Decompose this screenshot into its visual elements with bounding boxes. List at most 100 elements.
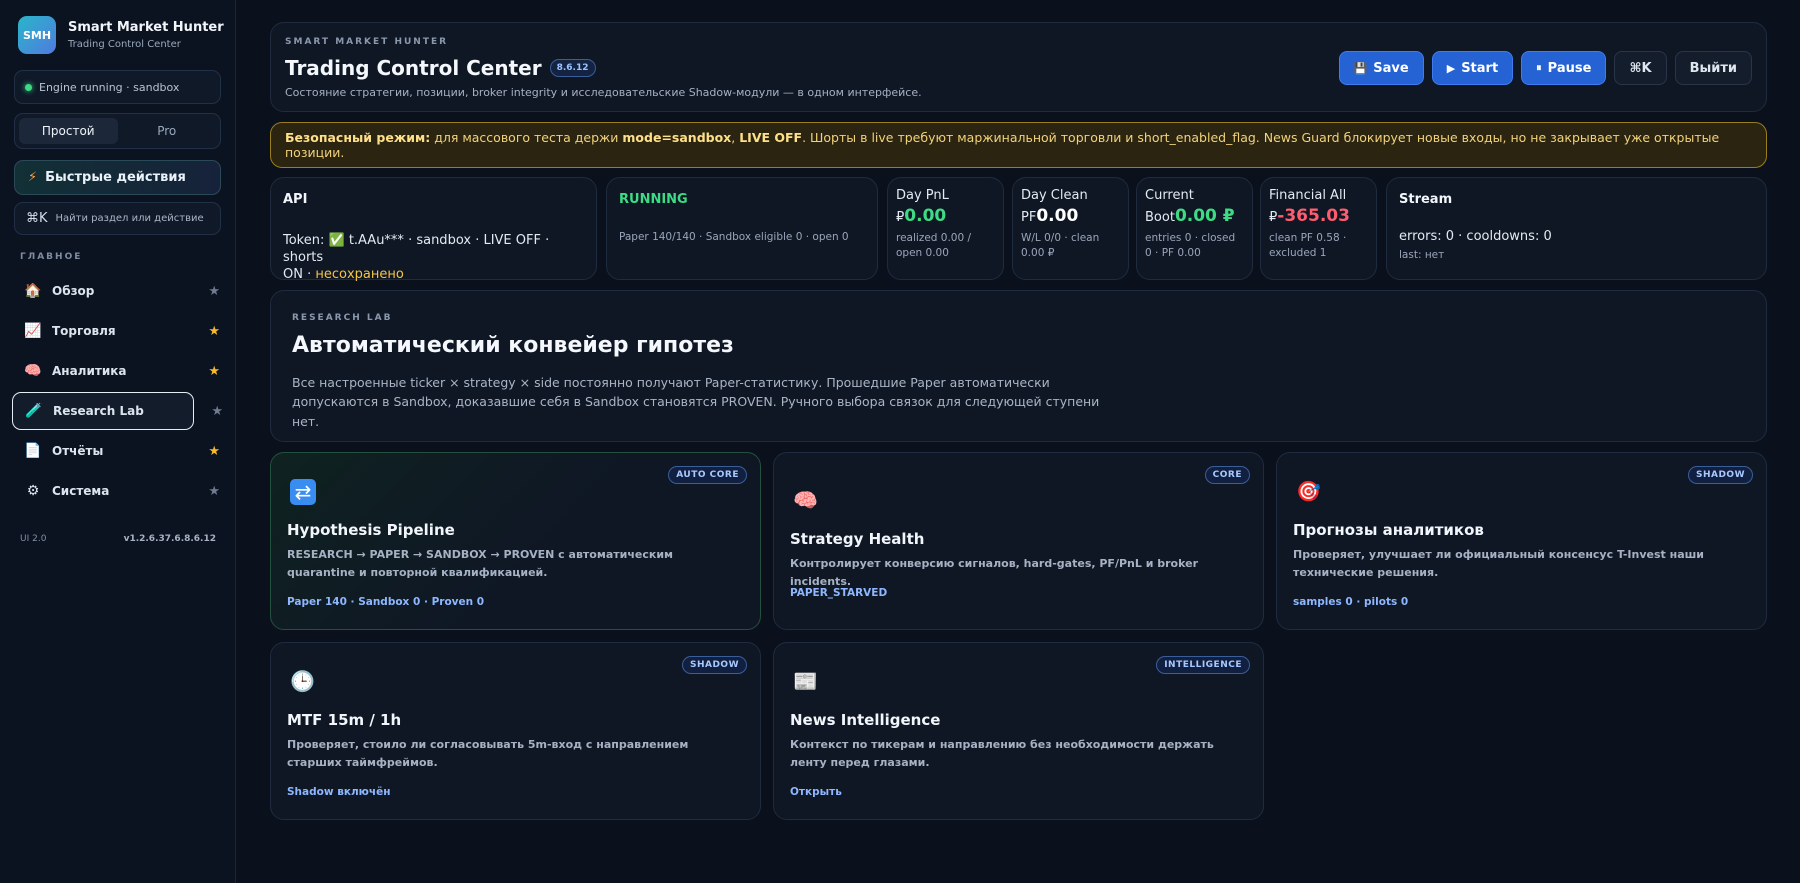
quick-actions-label: Быстрые действия [45,170,186,185]
sidebar-item-label: Аналитика [52,364,127,378]
page-header: SMART MARKET HUNTER Trading Control Cent… [270,22,1767,112]
target-icon: 🎯 [1296,479,1321,503]
pause-icon: ⏸ [1536,61,1542,74]
header-actions: 💾 Save ▶ Start ⏸ Pause ⌘K Выйти [1338,51,1752,85]
current-boot-card: Current Boot0.00 ₽ entries 0 · closed 0 … [1136,177,1253,280]
header-eyebrow: SMART MARKET HUNTER [285,37,449,47]
module-title: Прогнозы аналитиков [1293,521,1484,539]
module-card-hypothesis-pipeline[interactable]: AUTO CORE ⇄ Hypothesis Pipeline RESEARCH… [270,452,761,630]
brain-icon: 🧠 [793,488,818,512]
sidebar-item-reports[interactable]: 📄 Отчёты ★ [12,432,224,470]
sidebar-item-system[interactable]: ⚙ Система ★ [12,472,224,510]
stream-last: last: нет [1399,248,1445,261]
quick-actions-button[interactable]: ⚡ Быстрые действия [14,160,221,195]
engine-status-text: Engine running · sandbox [39,80,180,94]
star-icon[interactable]: ★ [208,324,220,339]
module-description: RESEARCH → PAPER → SANDBOX → PROVEN с ав… [287,548,674,579]
module-card-news-intelligence[interactable]: INTELLIGENCE 📰 News Intelligence Контекс… [773,642,1264,820]
research-lab-panel: RESEARCH LAB Автоматический конвейер гип… [270,290,1767,442]
stream-card: Stream errors: 0 · cooldowns: 0 last: не… [1386,177,1767,280]
header-subtitle: Состояние стратегии, позиции, broker int… [285,86,922,99]
save-button[interactable]: 💾 Save [1338,51,1424,85]
brand-logo: SMH [18,16,56,54]
floppy-icon: 💾 [1353,61,1368,75]
brand[interactable]: SMH Smart Market Hunter Trading Control … [18,16,224,54]
version-badge: 8.6.12 [549,59,596,77]
module-title: Strategy Health [790,530,925,548]
financial-all-detail: clean PF 0.58 · excluded 1 [1269,231,1347,260]
day-pnl-detail: realized 0.00 / open 0.00 [896,231,972,260]
module-tag: SHADOW [1687,466,1753,484]
brand-name: Smart Market Hunter [68,20,224,35]
module-description: Проверяет, улучшает ли официальный консе… [1293,548,1705,579]
engine-status-pill: Engine running · sandbox [14,70,221,104]
module-title: Hypothesis Pipeline [287,521,455,539]
api-title: API [283,192,308,207]
alert-lead: Безопасный режим: [285,130,431,145]
module-title: News Intelligence [790,711,941,729]
research-lab-description: Все настроенные ticker × strategy × side… [292,375,1100,429]
command-palette-button[interactable]: ⌘K [1614,51,1667,85]
mode-simple-button[interactable]: Простой [19,118,118,144]
module-title: MTF 15m / 1h [287,711,402,729]
module-card-strategy-health[interactable]: CORE 🧠 Strategy Health Контролирует конв… [773,452,1264,630]
command-search[interactable]: ⌘K Найти раздел или действие [14,202,221,235]
module-card-analyst-forecasts[interactable]: SHADOW 🎯 Прогнозы аналитиков Проверяет, … [1276,452,1767,630]
module-footer: Paper 140 · Sandbox 0 · Proven 0 [287,596,485,608]
stream-line: errors: 0 · cooldowns: 0 [1399,229,1552,244]
star-icon[interactable]: ★ [208,284,220,299]
save-button-label: Save [1373,60,1409,76]
engine-state-title: RUNNING [619,192,688,207]
brain-icon: 🧠 [24,363,42,379]
engine-state-detail: Paper 140/140 · Sandbox eligible 0 · ope… [619,231,849,243]
bolt-icon: ⚡ [28,170,38,185]
command-search-placeholder: Найти раздел или действие [55,213,204,224]
sidebar-item-label: Обзор [52,284,95,298]
sidebar-item-research-lab[interactable]: 🧪 Research Lab ★ [12,392,223,430]
page-title: Trading Control Center [285,56,542,80]
cycle-icon: ⇄ [290,479,316,505]
logout-button[interactable]: Выйти [1674,51,1752,85]
module-open-link[interactable]: Открыть [790,786,842,798]
start-button[interactable]: ▶ Start [1431,51,1514,85]
module-description: Проверяет, стоило ли согласовывать 5m-вх… [287,738,689,769]
pause-button[interactable]: ⏸ Pause [1521,51,1607,85]
sidebar-item-trading[interactable]: 📈 Торговля ★ [12,312,224,350]
api-card: API Token: ✅ t.AAu*** · sandbox · LIVE O… [270,177,597,282]
alert-sep: , [731,130,740,145]
sidebar: SMH Smart Market Hunter Trading Control … [0,0,236,883]
day-clean-value: 0.00 [1036,205,1079,226]
safe-mode-alert: Безопасный режим: для массового теста де… [270,122,1767,168]
module-card-mtf[interactable]: SHADOW 🕒 MTF 15m / 1h Проверяет, стоило … [270,642,761,820]
test-tube-icon: 🧪 [25,403,43,419]
research-lab-title: Автоматический конвейер гипотез [292,333,734,358]
chart-icon: 📈 [24,323,42,339]
module-tag: CORE [1204,466,1250,484]
clock-icon: 🕒 [290,669,315,693]
sidebar-item-overview[interactable]: 🏠 Обзор ★ [12,272,224,310]
star-icon[interactable]: ★ [208,484,220,499]
brand-subtitle: Trading Control Center [68,39,181,50]
alert-text-1: для массового теста держи [430,130,623,145]
day-pnl-value: 0.00 [904,205,947,226]
api-shorts-line: ON · [283,266,316,282]
mode-toggle: Простой Pro [14,113,221,149]
alert-mode: mode=sandbox [622,130,732,145]
sidebar-item-label: Research Lab [53,404,144,418]
module-tag: INTELLIGENCE [1156,656,1250,674]
sidebar-item-analytics[interactable]: 🧠 Аналитика ★ [12,352,224,390]
sidebar-footer: UI 2.0 v1.2.6.37.6.8.6.12 [20,534,216,544]
status-dot-icon [25,83,32,91]
sidebar-item-label: Система [52,484,110,498]
research-lab-eyebrow: RESEARCH LAB [292,313,393,323]
ui-version-label: UI 2.0 [20,534,47,544]
module-tag: SHADOW [681,656,747,674]
stream-title: Stream [1399,192,1453,207]
star-icon[interactable]: ★ [208,444,220,459]
module-footer: PAPER_STARVED [790,587,888,599]
app-version-label: v1.2.6.37.6.8.6.12 [123,534,216,544]
star-icon[interactable]: ★ [211,404,223,419]
document-icon: 📄 [24,443,42,459]
star-icon[interactable]: ★ [208,364,220,379]
mode-pro-button[interactable]: Pro [118,118,217,144]
